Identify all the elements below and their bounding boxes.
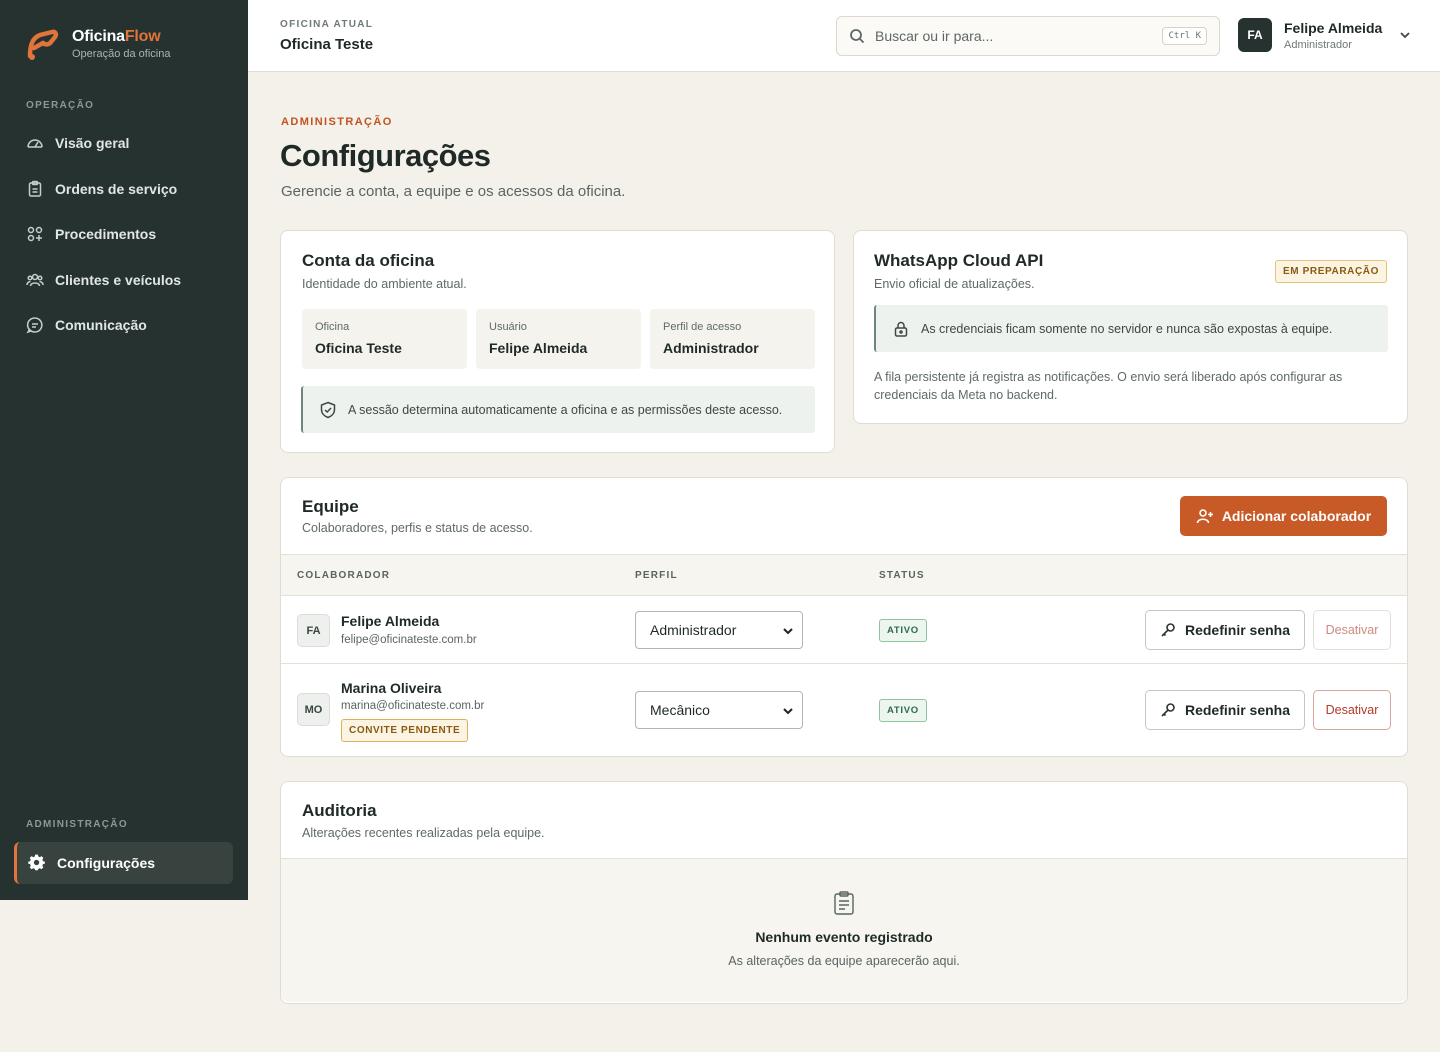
info-access-profile: Perfil de acesso Administrador xyxy=(650,309,815,369)
collaborator-email: marina@oficinateste.com.br xyxy=(341,700,485,712)
sidebar-item-label: Clientes e veículos xyxy=(55,272,182,288)
sidebar-item-clientes-veiculos[interactable]: Clientes e veículos xyxy=(14,259,233,301)
search-input[interactable] xyxy=(875,28,1155,44)
credentials-note: As credenciais ficam somente no servidor… xyxy=(874,305,1388,352)
search-shortcut: Ctrl K xyxy=(1162,27,1207,45)
gauge-icon xyxy=(27,139,43,148)
empty-state-subtitle: As alterações da equipe aparecerão aqui. xyxy=(728,954,960,968)
sidebar-section-operation: OPERAÇÃO xyxy=(26,100,95,111)
sidebar-item-label: Ordens de serviço xyxy=(55,181,178,197)
status-badge: ATIVO xyxy=(879,699,927,722)
empty-state-title: Nenhum evento registrado xyxy=(755,929,933,945)
top-header: OFICINA ATUAL Oficina Teste Ctrl K FA Fe… xyxy=(248,0,1440,72)
audit-card-subtitle: Alterações recentes realizadas pela equi… xyxy=(302,826,545,840)
table-row: MO Marina Oliveira marina@oficinateste.c… xyxy=(281,664,1407,756)
chevron-down-icon xyxy=(783,708,793,715)
gear-icon xyxy=(28,854,45,871)
reset-password-button[interactable]: Redefinir senha xyxy=(1145,610,1305,650)
user-avatar: FA xyxy=(1238,18,1272,52)
info-user: Usuário Felipe Almeida xyxy=(476,309,641,369)
collaborator-name: Marina Oliveira xyxy=(341,680,442,696)
whatsapp-card-subtitle: Envio oficial de atualizações. xyxy=(874,277,1035,291)
sidebar-section-admin: ADMINISTRAÇÃO xyxy=(26,819,128,830)
user-role: Administrador xyxy=(1284,38,1352,51)
table-row: FA Felipe Almeida felipe@oficinateste.co… xyxy=(281,597,1407,664)
info-workshop: Oficina Oficina Teste xyxy=(302,309,467,369)
collaborator-email: felipe@oficinateste.com.br xyxy=(341,634,477,646)
status-badge: ATIVO xyxy=(879,619,927,642)
chevron-down-icon xyxy=(1400,32,1410,39)
profile-select[interactable]: Mecânico xyxy=(635,691,803,729)
column-header-profile: PERFIL xyxy=(635,570,678,581)
user-plus-icon xyxy=(1196,509,1213,524)
column-header-status: STATUS xyxy=(879,570,925,581)
whatsapp-card: WhatsApp Cloud API Envio oficial de atua… xyxy=(853,230,1408,424)
sidebar-item-ordens-servico[interactable]: Ordens de serviço xyxy=(14,168,233,210)
invite-pending-badge: CONVITE PENDENTE xyxy=(341,719,469,742)
sidebar-item-label: Configurações xyxy=(57,855,156,871)
avatar: FA xyxy=(297,614,330,647)
lock-icon xyxy=(894,321,908,337)
account-card-title: Conta da oficina xyxy=(302,251,435,270)
current-workshop-label: OFICINA ATUAL xyxy=(280,19,374,30)
key-icon xyxy=(1161,623,1175,637)
brand-name: OficinaFlow xyxy=(72,28,161,45)
sidebar-item-comunicacao[interactable]: Comunicação xyxy=(14,304,233,346)
sidebar-item-visao-geral[interactable]: Visão geral xyxy=(14,122,233,164)
grid-icon xyxy=(27,226,43,242)
collaborator-name: Felipe Almeida xyxy=(341,613,440,629)
sidebar-item-label: Comunicação xyxy=(55,317,147,333)
search-icon xyxy=(850,29,865,44)
column-header-collaborator: COLABORADOR xyxy=(297,570,391,581)
audit-card: Auditoria Alterações recentes realizadas… xyxy=(280,781,1408,1004)
key-icon xyxy=(1161,703,1175,717)
shield-check-icon xyxy=(320,401,336,418)
team-card-title: Equipe xyxy=(302,497,359,516)
user-name: Felipe Almeida xyxy=(1284,19,1383,36)
reset-password-button[interactable]: Redefinir senha xyxy=(1145,690,1305,730)
session-note: A sessão determina automaticamente a ofi… xyxy=(301,386,815,433)
account-card-subtitle: Identidade do ambiente atual. xyxy=(302,277,467,291)
sidebar-item-procedimentos[interactable]: Procedimentos xyxy=(14,213,233,255)
brand-logo-icon xyxy=(27,29,59,60)
search-box[interactable]: Ctrl K xyxy=(836,16,1220,56)
page-title: Configurações xyxy=(280,138,491,173)
clipboard-icon xyxy=(28,180,42,197)
current-workshop-name[interactable]: Oficina Teste xyxy=(280,36,373,53)
deactivate-button[interactable]: Desativar xyxy=(1313,690,1391,730)
audit-empty-state: Nenhum evento registrado As alterações d… xyxy=(281,858,1407,1002)
whatsapp-card-body: A fila persistente já registra as notifi… xyxy=(874,370,1343,402)
page-eyebrow: ADMINISTRAÇÃO xyxy=(281,116,393,128)
brand-tagline: Operação da oficina xyxy=(72,48,171,60)
chat-icon xyxy=(26,317,43,334)
brand[interactable]: OficinaFlow Operação da oficina xyxy=(24,26,170,62)
sidebar-item-label: Visão geral xyxy=(55,135,130,151)
team-table-header: COLABORADOR PERFIL STATUS xyxy=(281,554,1407,596)
chevron-down-icon xyxy=(783,628,793,635)
clipboard-icon xyxy=(834,891,854,915)
deactivate-button[interactable]: Desativar xyxy=(1313,610,1391,650)
users-icon xyxy=(26,273,44,287)
sidebar-item-label: Procedimentos xyxy=(55,226,157,242)
team-card: Equipe Colaboradores, perfis e status de… xyxy=(280,477,1408,757)
profile-select[interactable]: Administrador xyxy=(635,611,803,649)
status-badge: EM PREPARAÇÃO xyxy=(1275,260,1387,283)
user-menu[interactable]: FA Felipe Almeida Administrador xyxy=(1238,18,1412,52)
avatar: MO xyxy=(297,693,330,726)
add-collaborator-button[interactable]: Adicionar colaborador xyxy=(1180,496,1387,536)
whatsapp-card-title: WhatsApp Cloud API xyxy=(874,251,1044,270)
page-subtitle: Gerencie a conta, a equipe e os acessos … xyxy=(281,183,626,200)
team-card-subtitle: Colaboradores, perfis e status de acesso… xyxy=(302,521,533,535)
sidebar-item-configuracoes[interactable]: Configurações xyxy=(14,842,233,884)
audit-card-title: Auditoria xyxy=(302,801,377,820)
account-card: Conta da oficina Identidade do ambiente … xyxy=(280,230,835,453)
sidebar: OficinaFlow Operação da oficina OPERAÇÃO… xyxy=(0,0,248,900)
